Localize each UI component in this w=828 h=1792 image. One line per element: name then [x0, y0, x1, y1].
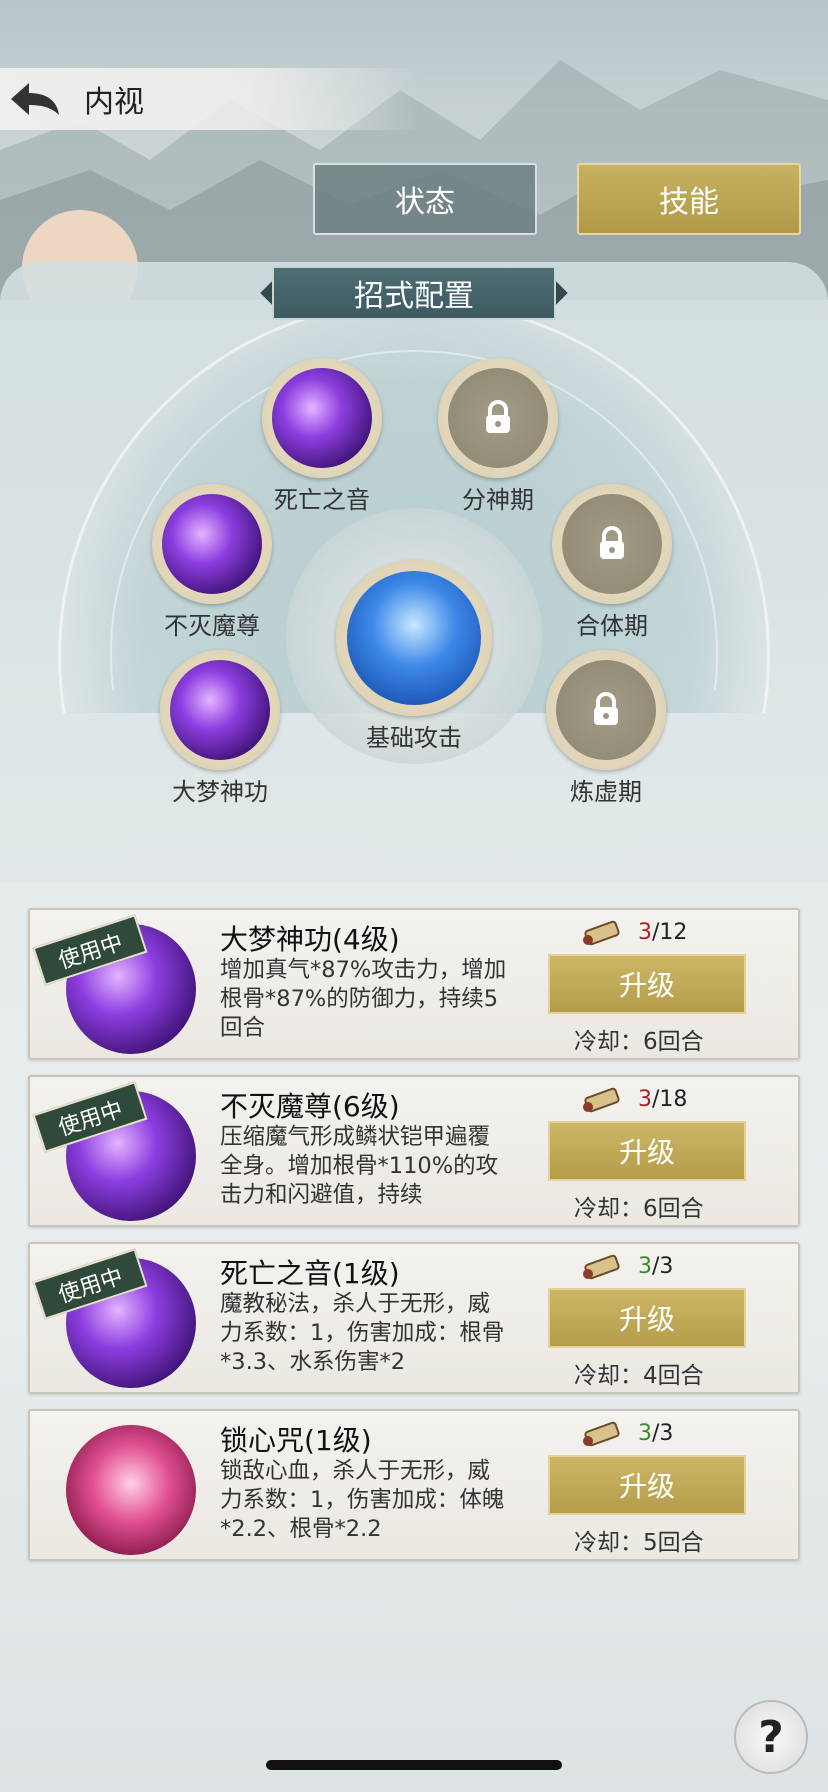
upgrade-button[interactable]: 升级	[548, 1121, 746, 1181]
home-indicator[interactable]	[266, 1760, 562, 1770]
fragment-count: 3/12	[638, 920, 688, 945]
lock-icon	[556, 660, 656, 760]
scroll-icon	[583, 920, 620, 946]
skill-card[interactable]: 使用中 大梦神功(4级) 增加真气*87%攻击力，增加根骨*87%的防御力，持续…	[28, 908, 800, 1060]
fragment-count: 3/18	[638, 1087, 688, 1112]
slot-death-sound[interactable]: 死亡之音	[262, 358, 382, 515]
skill-description: 增加真气*87%攻击力，增加根骨*87%的防御力，持续5回合	[220, 957, 507, 1041]
upgrade-button[interactable]: 升级	[548, 954, 746, 1014]
tab-skills[interactable]: 技能	[577, 163, 801, 235]
heart-lock-icon	[66, 1425, 196, 1555]
cooldown-text: 冷却：6回合	[574, 1029, 704, 1055]
slot-locked-lianxu[interactable]: 炼虚期	[546, 650, 666, 807]
lock-icon	[448, 368, 548, 468]
slot-locked-heti[interactable]: 合体期	[552, 484, 672, 641]
cooldown-text: 冷却：4回合	[574, 1363, 704, 1389]
slot-label: 不灭魔尊	[164, 612, 260, 640]
skill-description: 压缩魔气形成鳞状铠甲遍覆全身。增加根骨*110%的攻击力和闪避值，持续	[220, 1124, 499, 1208]
background-mountains	[0, 60, 828, 300]
scroll-icon	[583, 1421, 620, 1447]
lock-icon	[562, 494, 662, 594]
skill-name: 死亡之音(1级)	[220, 1257, 400, 1290]
basic-attack-icon	[347, 571, 481, 705]
slot-label: 分神期	[462, 486, 534, 514]
slot-dream-eye[interactable]: 大梦神功	[160, 650, 280, 807]
slot-label: 炼虚期	[570, 778, 642, 806]
death-sound-icon	[272, 368, 372, 468]
slot-demon-lord[interactable]: 不灭魔尊	[152, 484, 272, 641]
fragment-count: 3/3	[638, 1254, 674, 1279]
slot-label: 基础攻击	[366, 724, 462, 752]
skill-card[interactable]: 使用中 不灭魔尊(6级) 压缩魔气形成鳞状铠甲遍覆全身。增加根骨*110%的攻击…	[28, 1075, 800, 1227]
back-arrow-icon	[11, 83, 59, 115]
back-button[interactable]	[0, 68, 70, 130]
upgrade-button[interactable]: 升级	[548, 1288, 746, 1348]
fragment-count: 3/3	[638, 1421, 674, 1446]
skill-description: 锁敌心血，杀人于无形，威力系数：1，伤害加成：体魄*2.2、根骨*2.2	[220, 1458, 505, 1542]
slot-locked-fenshen[interactable]: 分神期	[438, 358, 558, 515]
slot-label: 死亡之音	[274, 486, 370, 514]
skill-name: 锁心咒(1级)	[220, 1424, 372, 1457]
header-bar: 内视	[0, 68, 420, 130]
dream-eye-icon	[170, 660, 270, 760]
cooldown-text: 冷却：6回合	[574, 1196, 704, 1222]
demon-lord-icon	[162, 494, 262, 594]
skill-name: 大梦神功(4级)	[220, 923, 400, 956]
help-button[interactable]: ?	[734, 1700, 808, 1774]
skill-name: 不灭魔尊(6级)	[220, 1090, 400, 1123]
scroll-icon	[583, 1254, 620, 1280]
page-title: 内视	[84, 85, 144, 120]
tab-status[interactable]: 状态	[313, 163, 537, 235]
slot-basic-attack[interactable]: 基础攻击	[336, 560, 492, 753]
skill-card[interactable]: 锁心咒(1级) 锁敌心血，杀人于无形，威力系数：1，伤害加成：体魄*2.2、根骨…	[28, 1409, 800, 1561]
upgrade-button[interactable]: 升级	[548, 1455, 746, 1515]
skill-card[interactable]: 使用中 死亡之音(1级) 魔教秘法，杀人于无形，威力系数：1，伤害加成：根骨*3…	[28, 1242, 800, 1394]
slot-label: 合体期	[576, 612, 648, 640]
skill-description: 魔教秘法，杀人于无形，威力系数：1，伤害加成：根骨*3.3、水系伤害*2	[220, 1291, 505, 1375]
cooldown-text: 冷却：5回合	[574, 1530, 704, 1556]
config-title: 招式配置	[272, 266, 556, 320]
scroll-icon	[583, 1087, 620, 1113]
slot-label: 大梦神功	[172, 778, 268, 806]
